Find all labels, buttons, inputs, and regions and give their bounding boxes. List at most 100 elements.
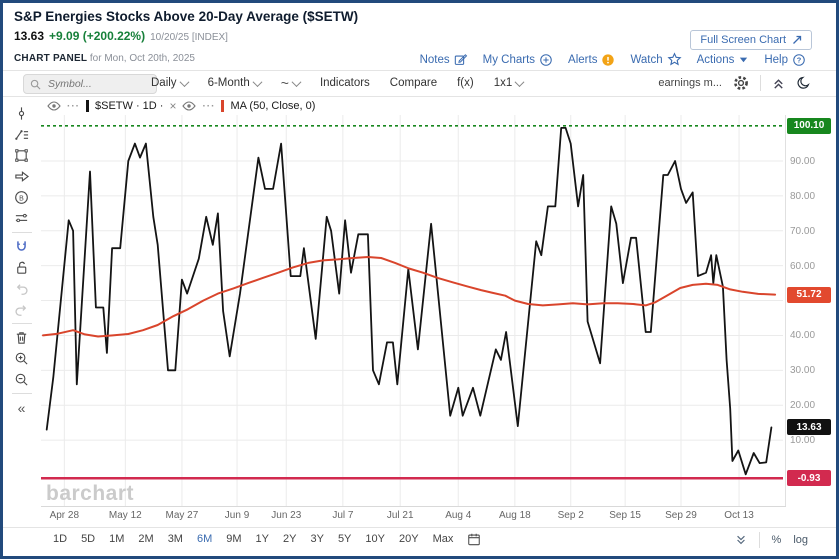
expand-arrow-icon	[792, 35, 802, 45]
divider	[760, 75, 761, 91]
double-chevron-down-icon[interactable]	[735, 534, 747, 546]
redo[interactable]	[10, 299, 34, 320]
log-scale-toggle[interactable]: log	[793, 534, 808, 546]
divider	[11, 393, 32, 394]
y-tick-label: 90.00	[790, 156, 816, 168]
undo[interactable]	[10, 278, 34, 299]
chart-panel-window: S&P Energies Stocks Above 20-Day Average…	[0, 0, 839, 559]
y-tick-label: 80.00	[790, 190, 816, 202]
range-5y[interactable]: 5Y	[338, 533, 351, 545]
collapse-toolbar[interactable]: «	[10, 397, 34, 418]
caret-down-icon	[738, 54, 749, 65]
range-max[interactable]: Max	[433, 533, 454, 545]
page-title: S&P Energies Stocks Above 20-Day Average…	[14, 9, 359, 24]
range-1y[interactable]: 1Y	[256, 533, 269, 545]
panel-label: CHART PANEL	[14, 53, 88, 64]
range-3m[interactable]: 3M	[168, 533, 183, 545]
range-dropdown[interactable]: 6-Month	[208, 76, 263, 89]
eye-icon[interactable]	[182, 101, 197, 111]
x-tick-label: Apr 28	[49, 510, 80, 521]
x-tick-label: May 12	[108, 510, 142, 521]
price-chart[interactable]	[41, 115, 785, 506]
line-style-dropdown[interactable]: ~	[281, 75, 302, 91]
indicators-button[interactable]: Indicators	[320, 77, 370, 89]
y-tick-label: 10.00	[790, 435, 816, 447]
series2-label: MA (50, Close, 0)	[230, 100, 316, 112]
divider	[3, 96, 836, 97]
arrow-tool[interactable]	[10, 166, 34, 187]
x-tick-label: Jun 23	[271, 510, 302, 521]
gear-icon[interactable]	[733, 75, 749, 91]
range-9m[interactable]: 9M	[226, 533, 241, 545]
series2-color-bar	[221, 100, 225, 112]
symbol-search[interactable]	[23, 74, 157, 94]
magnet-tool[interactable]	[10, 236, 34, 257]
divider	[3, 527, 836, 528]
cursor-tool[interactable]	[10, 103, 34, 124]
x-tick-label: May 27	[165, 510, 199, 521]
panel-subtitle: CHART PANEL for Mon, Oct 20th, 2025	[14, 53, 195, 64]
alerts-link[interactable]: Alerts	[568, 53, 615, 67]
range-20y[interactable]: 20Y	[399, 533, 419, 545]
help-icon: ?	[792, 53, 806, 67]
zoom-in[interactable]	[10, 348, 34, 369]
compare-button[interactable]: Compare	[390, 77, 437, 89]
time-range-selector: 1D 5D 1M 2M 3M 6M 9M 1Y 2Y 3Y 5Y 10Y 20Y Max	[53, 532, 481, 546]
notes-link[interactable]: Notes	[420, 53, 468, 67]
watch-link[interactable]: Watch	[630, 52, 682, 67]
range-5d[interactable]: 5D	[81, 533, 95, 545]
svg-text:B: B	[19, 195, 24, 202]
lock-tool[interactable]	[10, 257, 34, 278]
quote-date-info: 10/20/25 [INDEX]	[150, 32, 228, 43]
x-tick-label: Aug 18	[499, 510, 531, 521]
plot-right-border	[785, 115, 786, 506]
my-charts-link[interactable]: My Charts	[483, 53, 553, 67]
double-chevron-up-icon[interactable]	[772, 76, 785, 90]
divider	[758, 532, 760, 548]
range-1d[interactable]: 1D	[53, 533, 67, 545]
shapes-tool[interactable]	[10, 145, 34, 166]
full-screen-chart-button[interactable]: Full Screen Chart	[690, 30, 812, 50]
circled-b-tool[interactable]: B	[10, 187, 34, 208]
axis-badge-100.10: 100.10	[787, 117, 831, 134]
chart-toolbar: Daily 6-Month ~ Indicators Compare f(x) …	[151, 74, 525, 92]
remove-series-icon[interactable]: ×	[169, 99, 176, 113]
series1-label: $SETW · 1D ·	[95, 100, 164, 112]
percent-scale-toggle[interactable]: %	[772, 534, 782, 546]
range-2y[interactable]: 2Y	[283, 533, 296, 545]
earnings-toggle[interactable]: earnings m...	[658, 77, 722, 89]
zoom-out[interactable]	[10, 369, 34, 390]
symbol-input[interactable]	[46, 77, 140, 91]
series-options-icon[interactable]: ···	[202, 101, 215, 112]
divider	[3, 70, 836, 71]
indicator-lines-tool[interactable]	[10, 208, 34, 229]
price-change: +9.09 (+200.22%)	[49, 29, 146, 43]
x-tick-label: Jun 9	[224, 510, 250, 521]
eye-icon[interactable]	[47, 101, 61, 111]
price-series-line	[45, 126, 773, 476]
plus-circle-icon	[539, 53, 553, 67]
chart-legend: ··· $SETW · 1D · × ··· MA (50, Close, 0)	[47, 99, 315, 113]
quote-row: 13.63 +9.09 (+200.22%) 10/20/25 [INDEX]	[14, 29, 228, 43]
range-6m[interactable]: 6M	[197, 533, 212, 545]
search-icon	[30, 79, 41, 90]
moon-icon[interactable]	[796, 76, 810, 90]
annotation-tool[interactable]	[10, 124, 34, 145]
help-link[interactable]: Help?	[764, 53, 806, 67]
x-tick-label: Sep 2	[557, 510, 584, 521]
drawing-tools-sidebar: B «	[3, 103, 40, 418]
actions-link[interactable]: Actions	[697, 54, 750, 66]
calendar-icon[interactable]	[467, 532, 481, 546]
range-10y[interactable]: 10Y	[365, 533, 385, 545]
range-2m[interactable]: 2M	[138, 533, 153, 545]
delete-tool[interactable]	[10, 327, 34, 348]
range-3y[interactable]: 3Y	[310, 533, 323, 545]
fx-button[interactable]: f(x)	[457, 77, 474, 89]
grid-layout-dropdown[interactable]: 1x1	[494, 76, 525, 89]
range-1m[interactable]: 1M	[109, 533, 124, 545]
x-tick-label: Sep 29	[665, 510, 697, 521]
frequency-dropdown[interactable]: Daily	[151, 76, 190, 89]
full-screen-label: Full Screen Chart	[700, 34, 786, 46]
series-options-icon[interactable]: ···	[67, 101, 80, 112]
y-tick-label: 40.00	[790, 330, 816, 342]
